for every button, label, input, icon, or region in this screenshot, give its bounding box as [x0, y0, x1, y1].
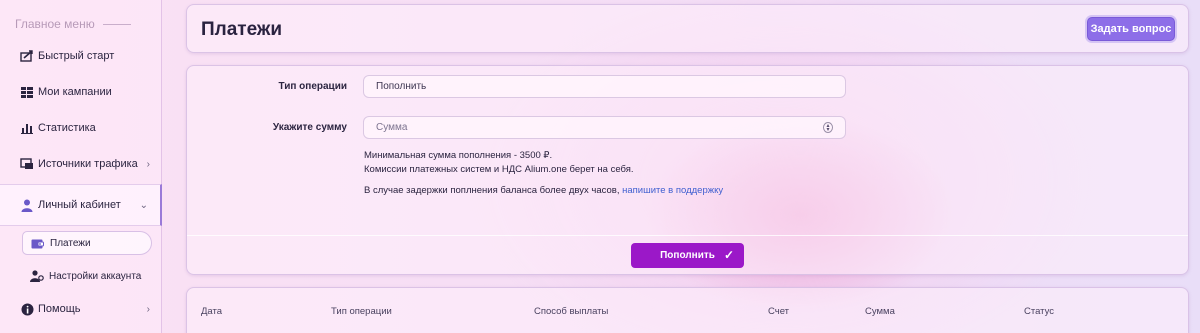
payments-table: Дата Тип операции Способ выплаты Счет Су… [186, 287, 1189, 333]
user-settings-icon [30, 270, 44, 282]
campaigns-icon [20, 85, 34, 99]
table-header-date: Дата [201, 306, 223, 317]
operation-type-label: Тип операции [278, 81, 347, 92]
form-divider [187, 235, 1188, 236]
sidebar-item-account[interactable]: Личный кабинет ⌄ [0, 184, 162, 226]
sidebar-item-quick-start[interactable]: Быстрый старт [0, 38, 162, 74]
info-icon [20, 302, 34, 316]
sidebar-item-statistics[interactable]: Статистика [0, 110, 162, 146]
sidebar-menu-title: Главное меню [15, 17, 131, 31]
top-up-button[interactable]: Пополнить ✓ [631, 243, 744, 268]
menu-title-divider [102, 23, 131, 25]
chevron-down-icon: ⌄ [139, 199, 148, 211]
amount-placeholder: Сумма [376, 122, 408, 133]
check-icon: ✓ [723, 248, 734, 262]
number-stepper-icon[interactable]: ▴ ▾ [823, 122, 833, 133]
operation-type-select[interactable]: Пополнить [363, 75, 846, 98]
sidebar-item-traffic-sources[interactable]: Источники трафика › [0, 146, 162, 182]
bar-chart-icon [20, 121, 34, 135]
payment-form: Тип операции Пополнить Укажите сумму Сум… [186, 65, 1189, 275]
chevron-right-icon: › [146, 303, 150, 315]
user-icon [20, 198, 34, 212]
info-min-amount: Минимальная сумма пополнения - 3500 ₽. [364, 150, 553, 161]
sidebar-subitem-payments[interactable]: Платежи [22, 231, 152, 255]
support-link[interactable]: напишите в поддержку [622, 185, 723, 196]
wallet-icon [31, 237, 45, 249]
amount-input[interactable]: Сумма ▴ ▾ [363, 116, 846, 139]
table-header-operation-type: Тип операции [331, 306, 392, 317]
info-delay: В случае задержки поплнения баланса боле… [364, 185, 724, 196]
table-header-status: Статус [1024, 306, 1055, 317]
page-header: Платежи Задать вопрос [186, 4, 1189, 53]
sidebar: Главное меню Быстрый старт Мои кампании … [0, 0, 162, 333]
amount-label: Укажите сумму [272, 122, 347, 133]
info-fees: Комиссии платежных систем и НДС Alium.on… [364, 164, 634, 175]
sidebar-item-campaigns[interactable]: Мои кампании [0, 74, 162, 110]
page-title: Платежи [201, 19, 283, 40]
sidebar-item-help[interactable]: Помощь › [0, 291, 162, 327]
ask-question-button[interactable]: Задать вопрос [1087, 17, 1175, 41]
table-header-amount: Сумма [865, 306, 895, 317]
chevron-right-icon: › [146, 158, 150, 170]
traffic-icon [20, 157, 34, 171]
sidebar-subitem-account-settings[interactable]: Настройки аккаунта [22, 264, 141, 288]
table-header-payout-method: Способ выплаты [534, 306, 609, 317]
table-header-account: Счет [768, 306, 790, 317]
rocket-icon [20, 49, 34, 63]
